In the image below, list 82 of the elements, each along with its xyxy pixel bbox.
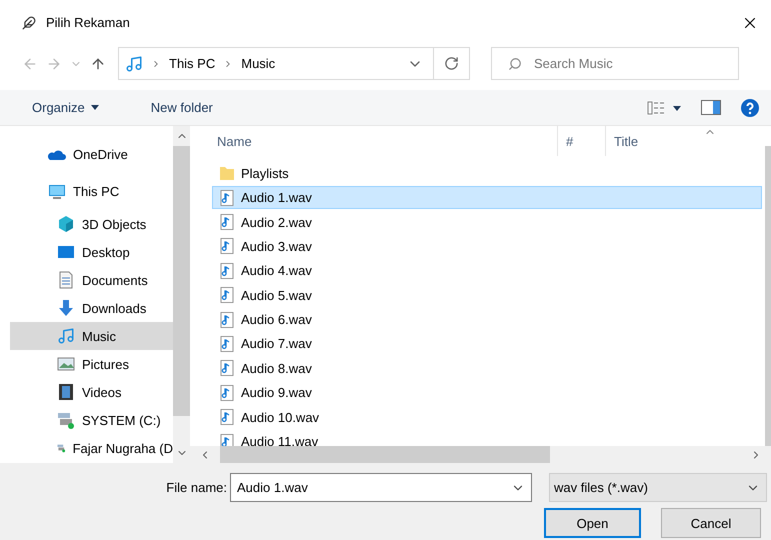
file-name: Audio 1.wav: [241, 190, 312, 206]
download-icon: [57, 299, 75, 317]
view-options-icon[interactable]: [647, 100, 681, 114]
file-row[interactable]: Audio 1.wav: [212, 186, 762, 209]
picture-icon: [57, 355, 75, 373]
preview-pane-icon[interactable]: [701, 100, 721, 115]
audio-file-icon: [219, 360, 235, 376]
audio-file-icon: [219, 238, 235, 254]
audio-file-icon: [219, 384, 235, 401]
file-name: Audio 3.wav: [241, 238, 312, 254]
cancel-button[interactable]: Cancel: [661, 508, 761, 538]
address-bar[interactable]: This PC Music: [118, 47, 470, 80]
column-header[interactable]: Title: [606, 126, 766, 156]
file-name: Audio 6.wav: [241, 312, 312, 328]
audio-file-icon: [219, 214, 235, 230]
file-name-field[interactable]: Audio 1.wav: [230, 473, 532, 502]
desktop-icon: [57, 243, 75, 261]
sidebar-item[interactable]: Music: [10, 322, 173, 350]
caret-icon: [90, 105, 99, 110]
file-row[interactable]: Audio 2.wav: [212, 210, 762, 234]
column-header[interactable]: #: [558, 126, 606, 156]
open-button[interactable]: Open: [544, 508, 641, 538]
document-icon: [57, 271, 75, 289]
music-icon: [125, 54, 143, 72]
audio-file-icon: [219, 287, 235, 304]
sidebar-item[interactable]: Desktop: [10, 238, 173, 266]
sidebar-scrollbar[interactable]: [173, 126, 190, 463]
file-name: Audio 7.wav: [241, 336, 312, 352]
sidebar-item[interactable]: Videos: [10, 378, 173, 406]
file-row[interactable]: Audio 10.wav: [212, 406, 762, 428]
network-drive-icon: [57, 411, 75, 429]
sidebar-item[interactable]: Downloads: [10, 294, 173, 322]
file-name: Audio 10.wav: [241, 410, 320, 425]
refresh-icon: [444, 56, 459, 71]
help-icon[interactable]: [741, 98, 759, 116]
file-name: Audio 2.wav: [241, 214, 312, 230]
breadcrumb[interactable]: This PC: [169, 56, 216, 71]
sidebar-item[interactable]: Documents: [10, 266, 173, 294]
file-row[interactable]: Audio 4.wav: [212, 260, 762, 282]
audio-file-icon: [219, 312, 235, 328]
file-row[interactable]: Audio 5.wav: [212, 284, 762, 306]
breadcrumb[interactable]: Music: [241, 56, 276, 71]
audio-file-icon: [219, 190, 235, 206]
audio-file-icon: [219, 434, 235, 446]
sidebar-item[interactable]: This PC: [10, 173, 173, 210]
sidebar-item[interactable]: Fajar Nugraha (D: [10, 434, 173, 462]
sidebar-item[interactable]: Pictures: [10, 350, 173, 378]
file-name: Audio 11.wav: [241, 434, 318, 446]
window-title: Pilih Rekaman: [46, 15, 131, 30]
file-row[interactable]: Audio 6.wav: [212, 308, 762, 331]
file-name: Audio 5.wav: [241, 288, 312, 303]
file-name: Audio 9.wav: [241, 385, 312, 400]
menu-button[interactable]: Organize: [22, 96, 109, 119]
audio-file-icon: [219, 409, 235, 426]
file-name-label: File name:: [166, 480, 227, 495]
file-row[interactable]: Audio 8.wav: [212, 357, 762, 380]
up-icon[interactable]: [90, 56, 106, 72]
computer-icon: [48, 182, 66, 200]
sidebar-item[interactable]: 3D Objects: [10, 210, 173, 238]
feather-icon: [22, 16, 36, 30]
file-name: Playlists: [241, 166, 289, 181]
sidebar-item[interactable]: OneDrive: [10, 136, 173, 173]
file-name: Audio 4.wav: [241, 263, 312, 278]
horizontal-scrollbar[interactable]: [190, 446, 771, 463]
music-icon: [57, 327, 75, 345]
file-row[interactable]: Audio 3.wav: [212, 235, 762, 258]
toolbar-button[interactable]: New folder: [140, 96, 223, 119]
cube-icon: [57, 215, 75, 233]
file-type-dropdown[interactable]: wav files (*.wav): [549, 473, 767, 502]
audio-file-icon: [219, 262, 235, 279]
list-scrollbar[interactable]: [765, 146, 771, 446]
file-name: Audio 8.wav: [241, 360, 312, 376]
audio-file-icon: [219, 336, 235, 352]
film-icon: [57, 383, 75, 401]
column-header[interactable]: Name: [190, 126, 558, 156]
folder-icon: [219, 165, 235, 182]
search-field[interactable]: Search Music: [491, 47, 739, 80]
sidebar-item[interactable]: SYSTEM (C:): [10, 406, 173, 434]
file-row[interactable]: Playlists: [212, 162, 762, 184]
search-icon: [508, 56, 522, 70]
file-row[interactable]: Audio 9.wav: [212, 382, 762, 404]
file-row[interactable]: Audio 7.wav: [212, 332, 762, 356]
